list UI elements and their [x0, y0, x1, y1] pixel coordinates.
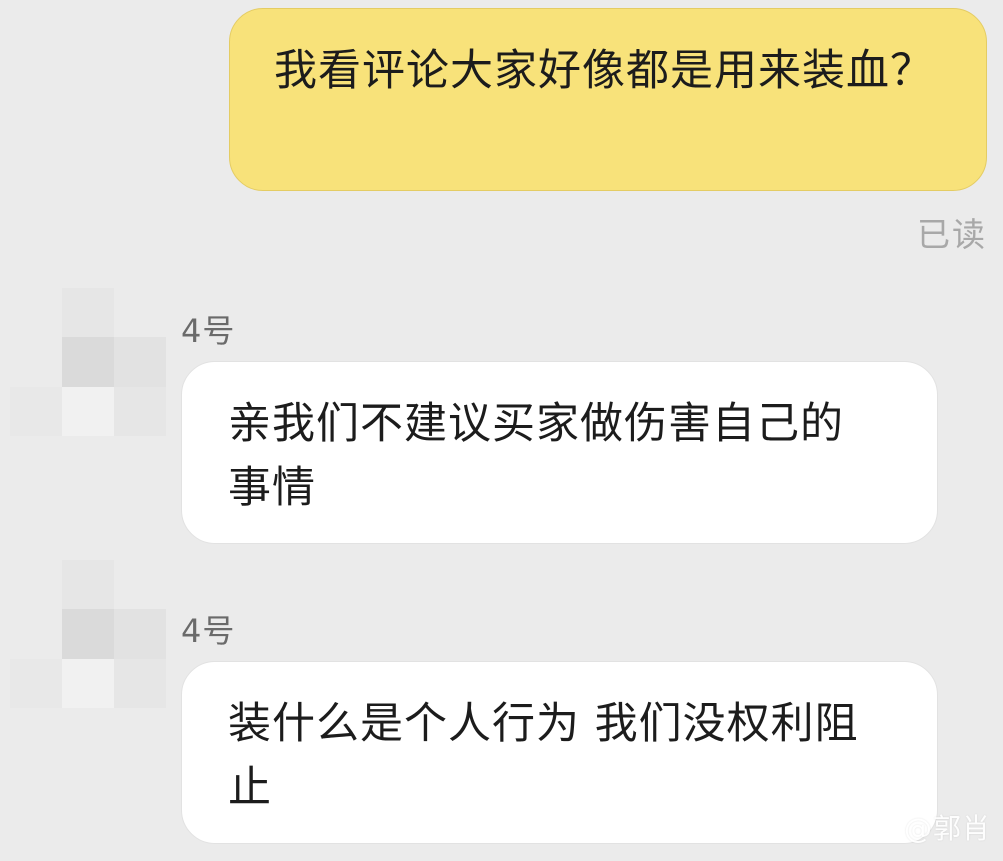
outgoing-message-bubble[interactable]: 我看评论大家好像都是用来装血？ — [229, 8, 987, 191]
sender-avatar[interactable] — [10, 560, 166, 709]
watermark-text: @郭肖 — [903, 812, 991, 845]
sender-avatar[interactable] — [10, 288, 166, 437]
sender-name: 4号 — [181, 612, 236, 650]
outgoing-message-text: 我看评论大家好像都是用来装血？ — [274, 46, 934, 96]
sender-name: 4号 — [181, 312, 236, 350]
incoming-message-text: 亲我们不建议买家做伤害自己的事情 — [228, 399, 844, 513]
incoming-message-bubble[interactable]: 装什么是个人行为 我们没权利阻止 — [181, 661, 938, 844]
read-status-label: 已读 — [917, 215, 987, 254]
incoming-message-bubble[interactable]: 亲我们不建议买家做伤害自己的事情 — [181, 361, 938, 544]
incoming-message-text: 装什么是个人行为 我们没权利阻止 — [228, 699, 859, 813]
